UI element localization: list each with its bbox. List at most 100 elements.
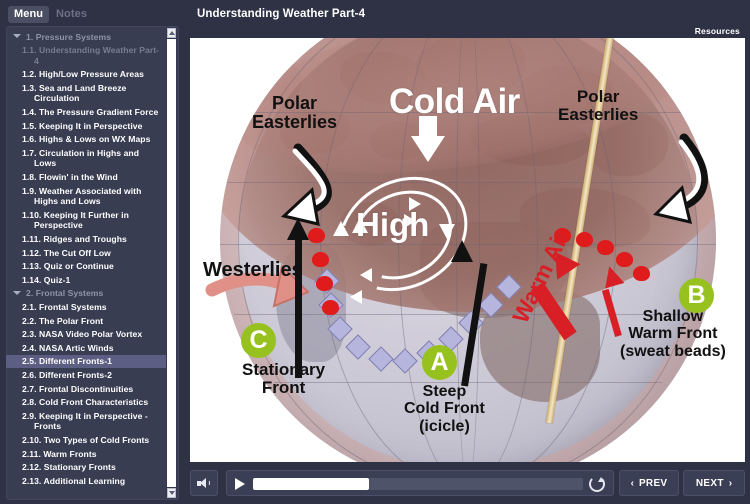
sidebar-item-28[interactable]: 2.13. Additional Learning xyxy=(6,474,166,488)
label-polar-easterlies-left: Polar Easterlies xyxy=(252,94,337,132)
sidebar-item-14[interactable]: 1.14. Quiz-1 xyxy=(6,273,166,287)
sidebar-item-label: 1.7. Circulation in Highs and Lows xyxy=(22,147,140,169)
prev-button[interactable]: ‹ PREV xyxy=(619,470,679,496)
course-player-window: Menu Notes 1. Pressure Systems 1.1. Under… xyxy=(0,0,750,504)
sidebar-item-label: 2.11. Warm Fronts xyxy=(22,448,97,459)
sidebar-item-26[interactable]: 2.11. Warm Fronts xyxy=(6,447,166,461)
sidebar-item-6[interactable]: 1.6. Highs & Lows on WX Maps xyxy=(6,133,166,147)
steep-cold-front-arrow xyxy=(451,240,473,262)
sidebar-item-25[interactable]: 2.10. Two Types of Cold Fronts xyxy=(6,433,166,447)
player-bar xyxy=(226,470,614,496)
volume-button[interactable] xyxy=(190,470,218,496)
sidebar-item-label: 1.12. The Cut Off Low xyxy=(22,247,111,258)
sidebar-item-3[interactable]: 1.3. Sea and Land Breeze Circulation xyxy=(6,81,166,105)
sidebar-item-9[interactable]: 1.9. Weather Associated with Highs and L… xyxy=(6,184,166,208)
label-line: Warm Front xyxy=(628,325,718,343)
seek-bar[interactable] xyxy=(253,478,583,490)
warm-front-symbol xyxy=(308,228,325,243)
cold-air-arrow xyxy=(411,136,445,162)
sidebar-menu-panel: 1. Pressure Systems 1.1. Understanding We… xyxy=(6,26,179,500)
chevron-down-icon[interactable] xyxy=(13,34,21,38)
chevron-down-icon[interactable] xyxy=(13,290,21,295)
sidebar-item-0[interactable]: 1. Pressure Systems xyxy=(6,30,166,44)
sidebar-item-label: 2.5. Different Fronts-1 xyxy=(22,356,112,367)
sidebar-item-label: 2.1. Frontal Systems xyxy=(22,301,107,312)
sidebar-item-label: 1.6. Highs & Lows on WX Maps xyxy=(22,134,151,145)
label-line: Polar xyxy=(576,87,620,106)
sidebar-item-11[interactable]: 1.11. Ridges and Troughs xyxy=(6,233,166,247)
sidebar-item-7[interactable]: 1.7. Circulation in Highs and Lows xyxy=(6,146,166,170)
sidebar-item-label: 1.11. Ridges and Troughs xyxy=(22,234,127,244)
warm-front-symbol xyxy=(312,252,329,267)
scroll-up-icon[interactable] xyxy=(167,28,176,38)
sidebar-item-19[interactable]: 2.4. NASA Artic Winds xyxy=(6,341,166,355)
sidebar-item-1[interactable]: 1.1. Understanding Weather Part-4 xyxy=(6,44,166,68)
sidebar-tabbar: Menu Notes xyxy=(0,4,185,24)
sidebar-item-label: 1.4. The Pressure Gradient Force xyxy=(22,107,159,118)
sidebar-item-22[interactable]: 2.7. Frontal Discontinuities xyxy=(6,382,166,396)
player-controls: ‹ PREV NEXT › xyxy=(190,468,745,498)
tab-notes[interactable]: Notes xyxy=(50,6,93,23)
sidebar-item-label: 1.9. Weather Associated with Highs and L… xyxy=(22,185,142,207)
sidebar-item-20[interactable]: 2.5. Different Fronts-1 xyxy=(6,354,166,369)
label-line: Steep xyxy=(422,383,467,400)
label-line: Easterlies xyxy=(252,111,338,132)
sidebar-scrollbar[interactable] xyxy=(166,28,177,498)
main-content: Understanding Weather Part-4 Resources C… xyxy=(185,0,750,504)
label-line: Stationary xyxy=(242,360,326,379)
scrollbar-thumb[interactable] xyxy=(167,39,176,487)
sidebar-item-23[interactable]: 2.8. Cold Front Characteristics xyxy=(6,396,166,410)
next-button[interactable]: NEXT › xyxy=(683,470,745,496)
sidebar-item-label: 1.1. Understanding Weather Part-4 xyxy=(22,45,160,66)
play-icon[interactable] xyxy=(235,478,245,490)
sidebar-item-2[interactable]: 1.2. High/Low Pressure Areas xyxy=(6,68,166,82)
arc-arrowhead-7 xyxy=(439,224,455,239)
label-shallow-warm-front: Shallow Warm Front (sweat beads) xyxy=(620,308,726,360)
badge-b[interactable]: B xyxy=(679,278,714,313)
warm-front-symbol xyxy=(597,240,614,255)
badge-a[interactable]: A xyxy=(422,345,457,380)
sidebar-item-13[interactable]: 1.13. Quiz or Continue xyxy=(6,260,166,274)
badge-c[interactable]: C xyxy=(241,323,276,358)
sidebar-item-10[interactable]: 1.10. Keeping It Further in Perspective xyxy=(6,208,166,232)
sidebar-item-label: 1.8. Flowin' in the Wind xyxy=(22,172,118,183)
sidebar-item-label: 2.2. The Polar Front xyxy=(22,315,104,326)
sidebar-item-15[interactable]: 2. Frontal Systems xyxy=(6,287,166,301)
warm-front-symbol xyxy=(633,266,650,281)
warm-front-symbol xyxy=(316,276,333,291)
label-line: Easterlies xyxy=(558,104,639,124)
sidebar-item-12[interactable]: 1.12. The Cut Off Low xyxy=(6,246,166,260)
weather-diagram: Cold Air Polar Easterlies Polar Easterli… xyxy=(190,38,745,462)
label-line: (sweat beads) xyxy=(620,342,726,360)
arc-arrowhead-3 xyxy=(360,268,372,282)
sidebar-item-label: 1.5. Keeping It in Perspective xyxy=(22,120,143,131)
sidebar-item-label: 2.6. Different Fronts-2 xyxy=(22,369,112,380)
label-line: Polar xyxy=(272,93,318,113)
sidebar-item-24[interactable]: 2.9. Keeping It in Perspective - Fronts xyxy=(6,409,166,433)
label-steep-cold-front: Steep Cold Front (icicle) xyxy=(404,383,485,435)
sidebar-item-21[interactable]: 2.6. Different Fronts-2 xyxy=(6,368,166,382)
sidebar-item-label: 2.13. Additional Learning xyxy=(22,475,126,486)
chevron-left-icon: ‹ xyxy=(630,477,634,489)
sidebar-item-5[interactable]: 1.5. Keeping It in Perspective xyxy=(6,119,166,133)
label-cold-air: Cold Air xyxy=(389,82,520,121)
sidebar-item-label: 1.14. Quiz-1 xyxy=(22,274,71,285)
sidebar-item-4[interactable]: 1.4. The Pressure Gradient Force xyxy=(6,106,166,120)
sidebar-item-label: 1.2. High/Low Pressure Areas xyxy=(22,69,144,80)
sidebar-item-17[interactable]: 2.2. The Polar Front xyxy=(6,314,166,328)
sidebar-menu-list[interactable]: 1. Pressure Systems 1.1. Understanding We… xyxy=(6,26,166,500)
scroll-down-icon[interactable] xyxy=(167,488,176,498)
sidebar-item-8[interactable]: 1.8. Flowin' in the Wind xyxy=(6,171,166,185)
label-line: Front xyxy=(261,377,306,397)
tab-menu[interactable]: Menu xyxy=(8,6,50,23)
sidebar-item-label: 1.3. Sea and Land Breeze Circulation xyxy=(22,82,127,104)
sidebar-item-18[interactable]: 2.3. NASA Video Polar Vortex xyxy=(6,328,166,342)
label-line: Cold Front xyxy=(404,400,485,418)
resources-link[interactable]: Resources xyxy=(695,26,740,36)
replay-icon[interactable] xyxy=(589,476,605,492)
arc-arrowhead-4 xyxy=(350,290,362,304)
sidebar-item-label: 1.13. Quiz or Continue xyxy=(22,261,114,272)
sidebar-item-16[interactable]: 2.1. Frontal Systems xyxy=(6,300,166,314)
page-title: Understanding Weather Part-4 xyxy=(197,8,366,20)
sidebar-item-27[interactable]: 2.12. Stationary Fronts xyxy=(6,461,166,475)
